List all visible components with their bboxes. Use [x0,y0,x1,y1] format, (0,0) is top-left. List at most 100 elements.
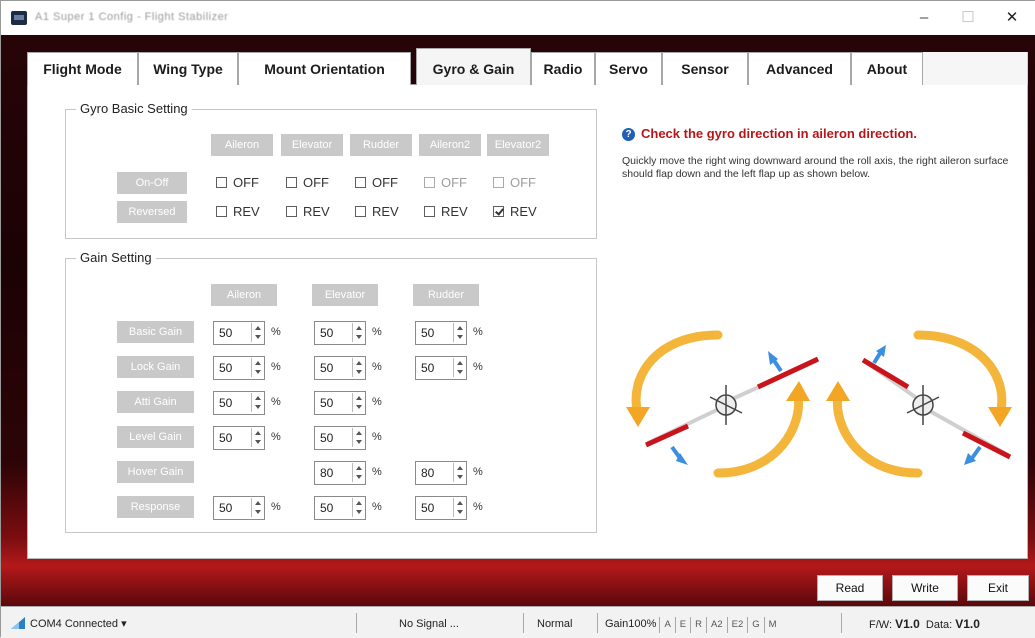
reversed-checkbox-aileron[interactable]: REV [216,203,260,221]
gain-chip: A [659,617,674,633]
tab-advanced[interactable]: Advanced [748,52,851,85]
checkbox-box[interactable] [355,206,366,217]
gain-chip: M [763,617,781,633]
checkbox-box[interactable] [493,177,504,188]
spinner-arrows-icon[interactable] [251,498,263,517]
gain-spinner-elevator[interactable]: 50 [314,496,366,520]
tab-about[interactable]: About [851,52,923,85]
gain-spinner-aileron[interactable]: 50 [213,426,265,450]
data-label: Data: [925,619,953,631]
tab-content-panel: Gyro Basic Setting Aileron Elevator Rudd… [27,85,1028,559]
roll-arrow-left-top [631,330,723,420]
gain-spinner-rudder[interactable]: 50 [415,356,467,380]
gain-spinner-elevator[interactable]: 50 [314,391,366,415]
right-plane-aileron-left [861,357,910,390]
info-description: Quickly move the right wing downward aro… [622,155,1009,180]
onoff-checkbox-elevator[interactable]: OFF [286,174,329,192]
spinner-arrows-icon[interactable] [453,358,465,377]
spinner-arrows-icon[interactable] [453,323,465,342]
spinner-arrows-icon[interactable] [352,393,364,412]
tab-gyro-gain[interactable]: Gyro & Gain [416,48,531,86]
checkbox-box[interactable] [286,206,297,217]
connection-status[interactable]: COM4 Connected ▾ [11,616,127,632]
tab-bar-filler [923,52,1028,85]
gain-chip: R [690,617,706,633]
spinner-arrows-icon[interactable] [453,498,465,517]
gain-spinner-elevator[interactable]: 50 [314,426,366,450]
write-button[interactable]: Write [892,575,958,601]
col-header-elevator2: Elevator2 [487,134,549,156]
gain-spinner-aileron[interactable]: 50 [213,496,265,520]
gain-spinner-elevator[interactable]: 80 [314,461,366,485]
tab-servo[interactable]: Servo [595,52,662,85]
tab-sensor[interactable]: Sensor [662,52,748,85]
spinner-arrows-icon[interactable] [352,428,364,447]
checkbox-box[interactable] [424,206,435,217]
roll-arrowhead-left-2 [786,381,810,401]
spinner-arrows-icon[interactable] [251,323,263,342]
gain-spinner-aileron[interactable]: 50 [213,391,265,415]
checkbox-label: OFF [233,175,259,190]
percent-unit: % [372,466,382,478]
checkbox-box[interactable] [493,206,504,217]
exit-button[interactable]: Exit [967,575,1029,601]
percent-unit: % [473,501,483,513]
checkbox-box[interactable] [216,206,227,217]
roll-arrowhead-right-2 [826,381,850,401]
maximize-button[interactable]: ☐ [955,7,981,29]
col-header-aileron2: Aileron2 [419,134,481,156]
gain-chip: A2 [706,617,727,633]
tab-radio[interactable]: Radio [531,52,595,85]
onoff-checkbox-elevator2[interactable]: OFF [493,174,536,192]
reversed-checkbox-rudder[interactable]: REV [355,203,399,221]
right-plane-diagram [826,330,1012,478]
reversed-checkbox-elevator[interactable]: REV [286,203,330,221]
gain-spinner-elevator[interactable]: 50 [314,356,366,380]
status-bar: COM4 Connected ▾ No Signal ... Normal Ga… [1,606,1035,638]
spinner-arrows-icon[interactable] [251,358,263,377]
app-window: A1 Super 1 Config - Flight Stabilizer – … [0,0,1035,638]
gain-spinner-aileron[interactable]: 50 [213,321,265,345]
spinner-arrows-icon[interactable] [352,323,364,342]
spinner-arrows-icon[interactable] [453,463,465,482]
tab-bar: Flight Mode Wing Type Mount Orientation … [27,48,1028,86]
onoff-checkbox-aileron[interactable]: OFF [216,174,259,192]
spinner-arrows-icon[interactable] [251,393,263,412]
spinner-arrows-icon[interactable] [352,498,364,517]
reversed-checkbox-aileron2[interactable]: REV [424,203,468,221]
tab-flight-mode[interactable]: Flight Mode [27,52,138,85]
checkbox-label: REV [233,204,260,219]
spinner-arrows-icon[interactable] [352,463,364,482]
checkbox-label: OFF [510,175,536,190]
gain-spinner-rudder[interactable]: 80 [415,461,467,485]
mode-status: Normal [537,618,573,630]
tab-mount-orientation[interactable]: Mount Orientation [238,52,411,85]
gain-spinner-rudder[interactable]: 50 [415,496,467,520]
gain-spinner-rudder[interactable]: 50 [415,321,467,345]
status-divider [356,613,357,633]
gain-spinner-elevator[interactable]: 50 [314,321,366,345]
reversed-checkbox-elevator2[interactable]: REV [493,203,537,221]
checkbox-label: OFF [441,175,467,190]
onoff-checkbox-aileron2[interactable]: OFF [424,174,467,192]
gain-spinner-aileron[interactable]: 50 [213,356,265,380]
onoff-checkbox-rudder[interactable]: OFF [355,174,398,192]
gyro-basic-group: Gyro Basic Setting Aileron Elevator Rudd… [65,101,597,239]
checkbox-box[interactable] [216,177,227,188]
window-title: A1 Super 1 Config - Flight Stabilizer [35,11,229,23]
blue-arrow-up-left-shaft [771,357,783,373]
checkbox-box[interactable] [424,177,435,188]
read-button[interactable]: Read [817,575,883,601]
spinner-arrows-icon[interactable] [352,358,364,377]
close-button[interactable]: ✕ [999,7,1025,29]
checkbox-box[interactable] [355,177,366,188]
minimize-button[interactable]: – [911,7,937,29]
percent-unit: % [372,431,382,443]
checkbox-box[interactable] [286,177,297,188]
percent-unit: % [372,326,382,338]
checkbox-label: OFF [372,175,398,190]
gain-group: Gain Setting Aileron Elevator Rudder Bas… [65,250,597,533]
chevron-down-icon: ▾ [118,618,127,630]
tab-wing-type[interactable]: Wing Type [138,52,238,85]
spinner-arrows-icon[interactable] [251,428,263,447]
